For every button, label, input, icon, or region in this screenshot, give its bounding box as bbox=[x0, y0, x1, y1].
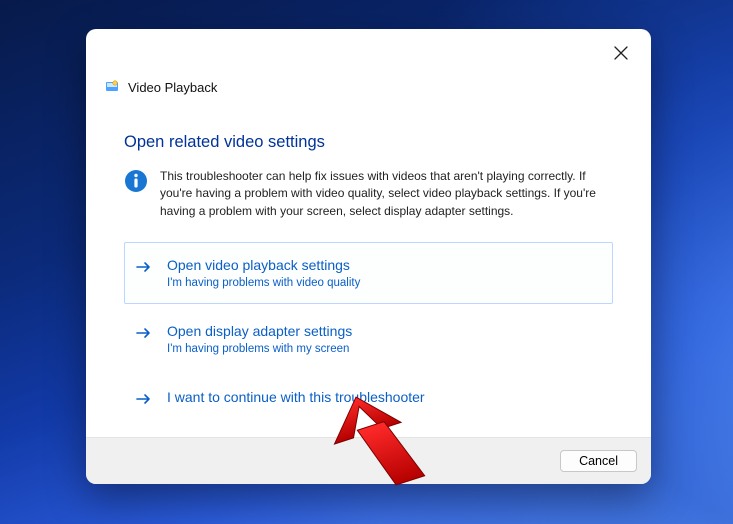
cancel-button[interactable]: Cancel bbox=[560, 450, 637, 472]
option-video-playback-settings[interactable]: Open video playback settings I'm having … bbox=[124, 242, 613, 304]
troubleshooter-dialog: Video Playback Open related video settin… bbox=[86, 29, 651, 484]
title-bar: Video Playback bbox=[86, 29, 651, 85]
arrow-right-icon bbox=[135, 324, 153, 342]
option-continue-troubleshooter[interactable]: I want to continue with this troubleshoo… bbox=[124, 374, 613, 423]
app-icon bbox=[104, 79, 120, 95]
option-title: I want to continue with this troubleshoo… bbox=[167, 389, 425, 406]
desktop-background: Video Playback Open related video settin… bbox=[0, 0, 733, 524]
option-title: Open video playback settings bbox=[167, 257, 360, 274]
intro-text: This troubleshooter can help fix issues … bbox=[160, 168, 613, 220]
close-icon bbox=[613, 45, 629, 61]
info-icon bbox=[124, 169, 148, 193]
option-subtitle: I'm having problems with my screen bbox=[167, 343, 352, 355]
page-heading: Open related video settings bbox=[124, 133, 613, 152]
close-button[interactable] bbox=[613, 45, 631, 63]
arrow-right-icon bbox=[135, 390, 153, 408]
window-title: Video Playback bbox=[128, 80, 217, 95]
dialog-body: Open related video settings This trouble… bbox=[86, 133, 651, 437]
arrow-right-icon bbox=[135, 258, 153, 276]
option-subtitle: I'm having problems with video quality bbox=[167, 277, 360, 289]
intro-section: This troubleshooter can help fix issues … bbox=[124, 168, 613, 220]
dialog-footer: Cancel bbox=[86, 437, 651, 484]
option-display-adapter-settings[interactable]: Open display adapter settings I'm having… bbox=[124, 308, 613, 370]
option-title: Open display adapter settings bbox=[167, 323, 352, 340]
